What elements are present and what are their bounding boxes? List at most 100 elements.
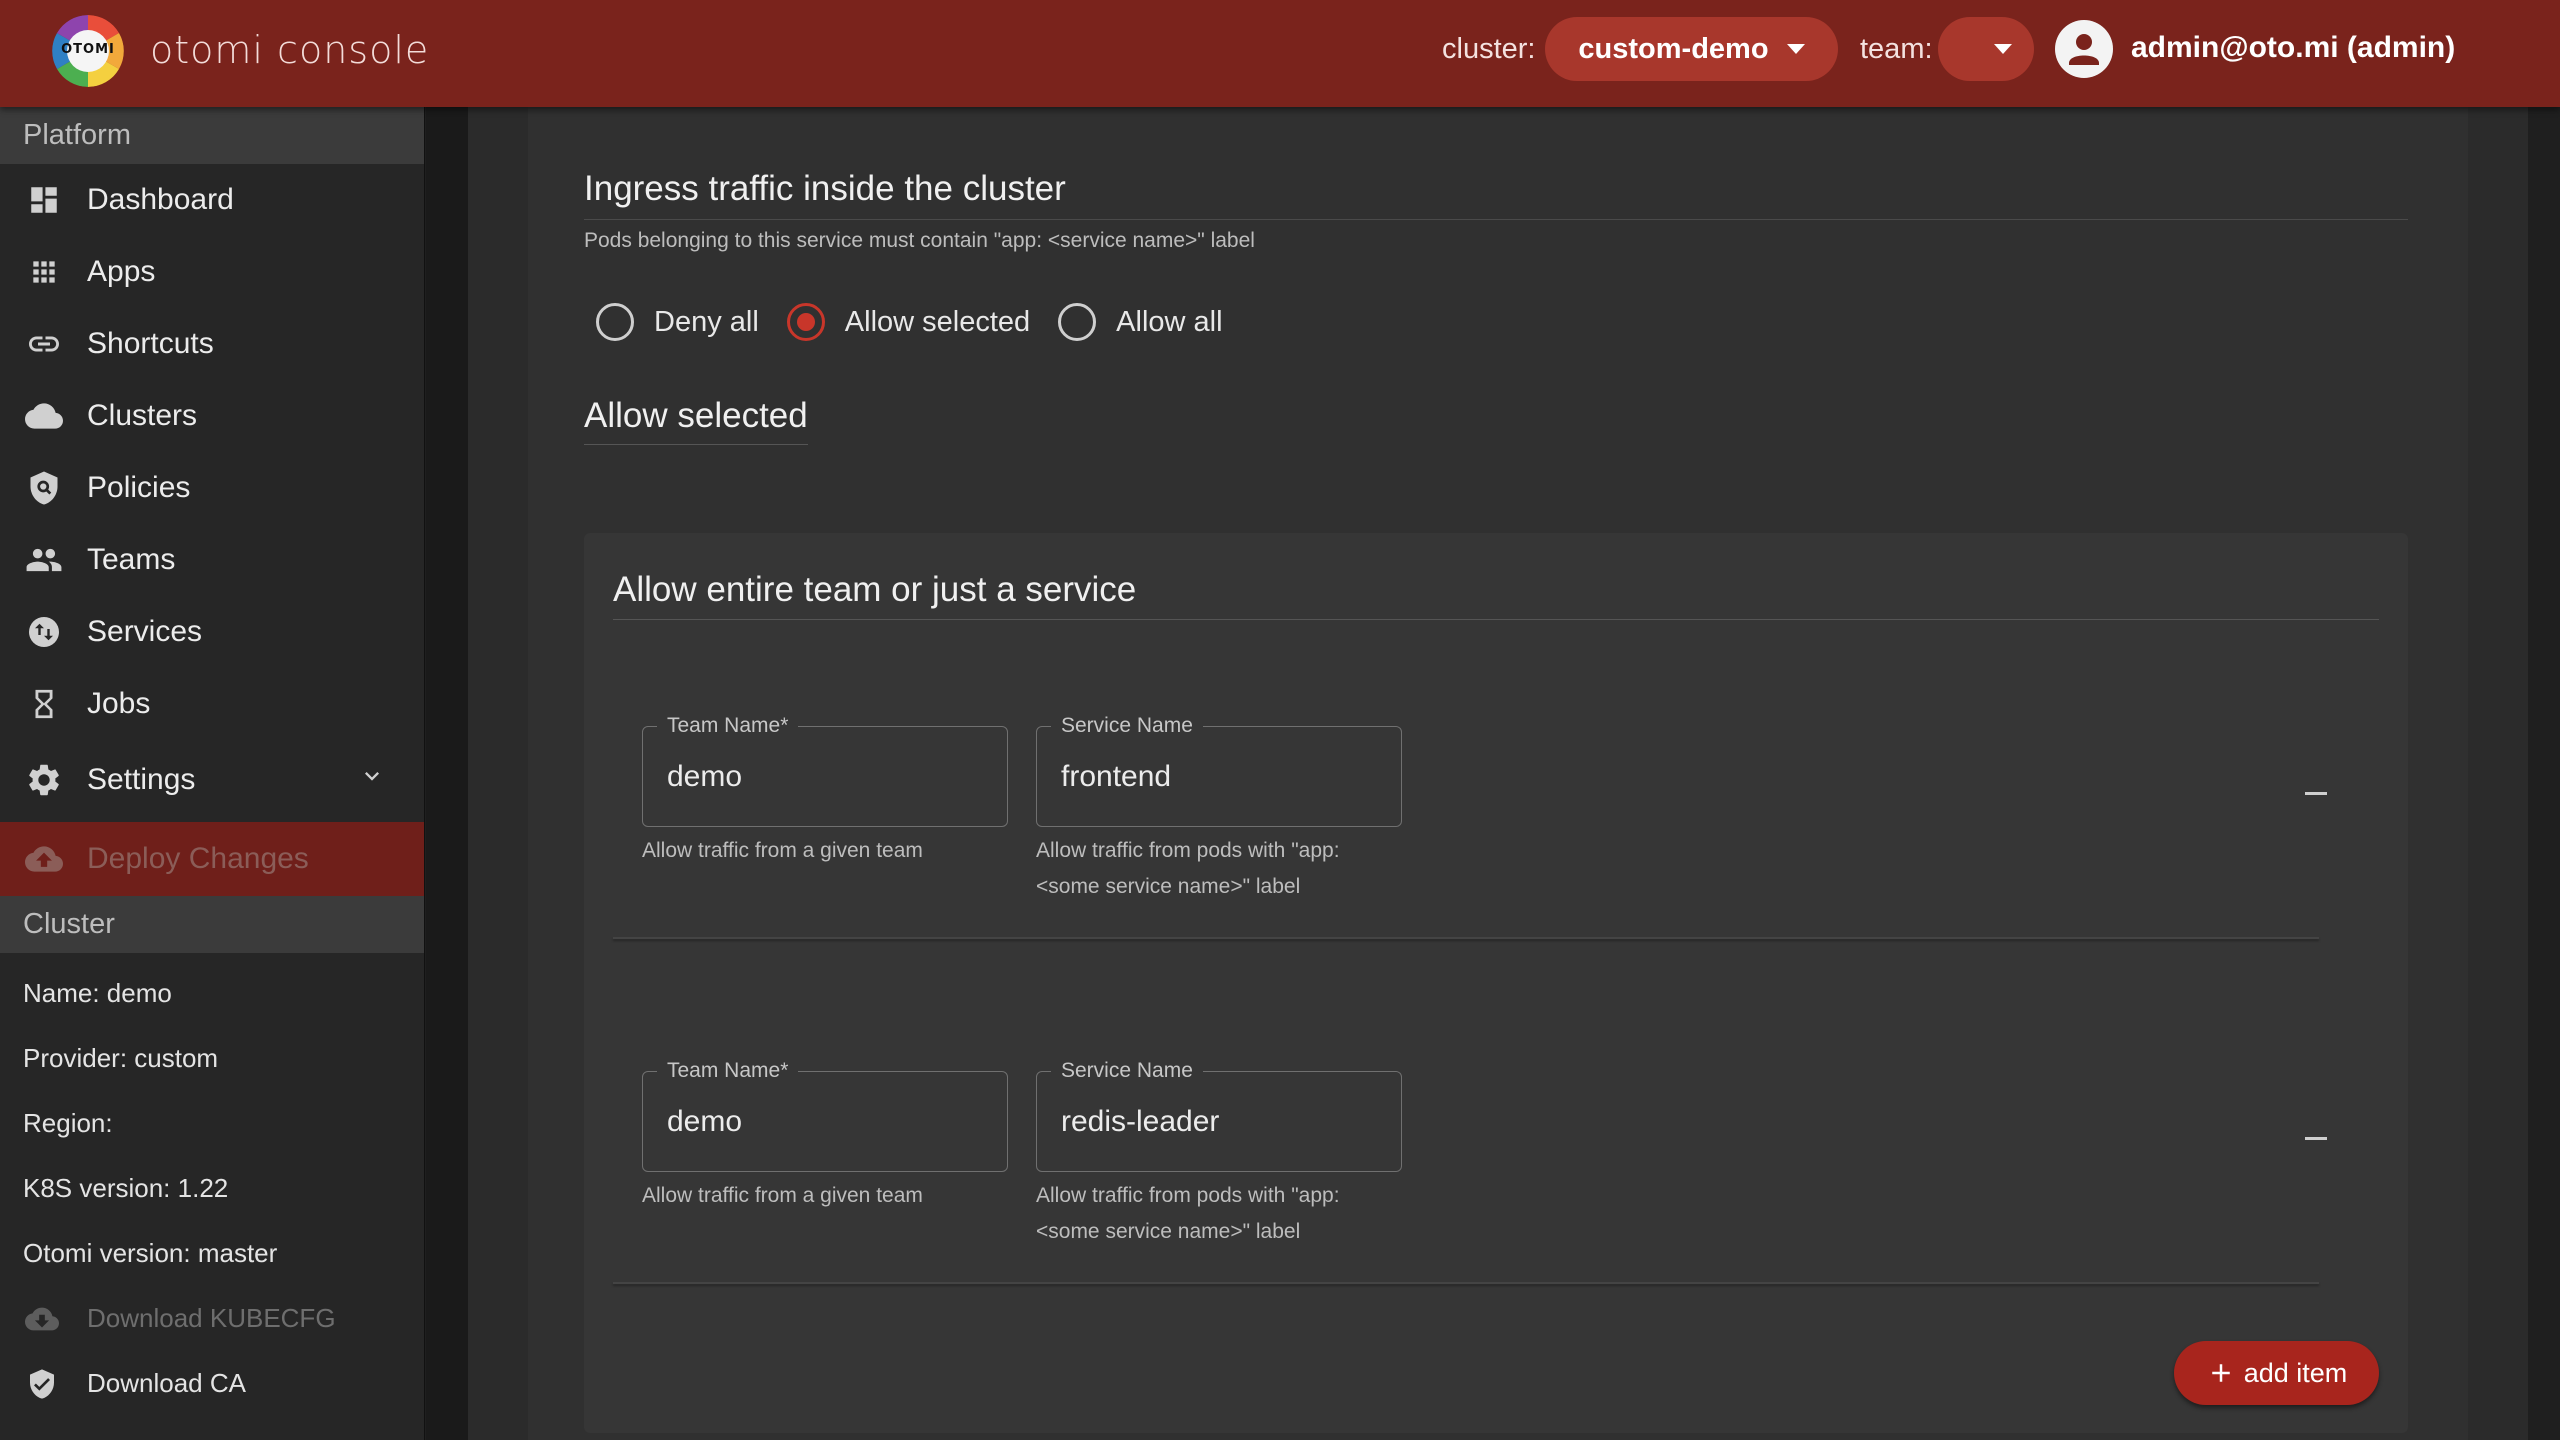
hourglass-icon xyxy=(24,684,64,724)
subsection-title: Allow selected xyxy=(584,396,808,445)
team-select[interactable] xyxy=(1938,17,2034,81)
service-name-value[interactable]: frontend xyxy=(1061,760,1171,794)
remove-item-button[interactable] xyxy=(2305,792,2327,795)
cluster-label: cluster: xyxy=(1442,33,1536,65)
sidebar-item-label: Dashboard xyxy=(87,183,234,216)
radio-label: Allow selected xyxy=(844,305,1031,338)
service-name-field[interactable]: Service Name frontend xyxy=(1036,714,1402,827)
helper-line: <some service name>" label xyxy=(1036,875,1301,898)
required-mark: * xyxy=(780,714,789,737)
user-name[interactable]: admin@oto.mi (admin) xyxy=(2131,31,2455,65)
sidebar-item-shortcuts[interactable]: Shortcuts xyxy=(0,308,424,380)
sidebar-item-label: Apps xyxy=(87,255,156,288)
cluster-k8s-version: K8S version: 1.22 xyxy=(23,1173,229,1203)
sidebar-item-label: Services xyxy=(87,615,203,648)
user-icon xyxy=(2069,34,2099,65)
avatar[interactable] xyxy=(2055,20,2113,78)
row-divider xyxy=(613,1282,2319,1284)
team-name-value[interactable]: demo xyxy=(667,1105,742,1139)
cluster-region: Region: xyxy=(23,1108,113,1138)
sidebar-item-label: Teams xyxy=(87,543,176,576)
helper-line: Allow traffic from pods with "app: xyxy=(1036,1184,1340,1207)
sidebar-item-dashboard[interactable]: Dashboard xyxy=(0,164,424,236)
field-label: Service Name xyxy=(1051,714,1203,738)
download-ca-label: Download CA xyxy=(87,1368,246,1398)
required-mark: * xyxy=(780,1059,789,1082)
service-name-helper: Allow traffic from pods with "app: <some… xyxy=(1036,1178,1340,1250)
cluster-otomi-version: Otomi version: master xyxy=(23,1238,278,1268)
deploy-changes-label: Deploy Changes xyxy=(87,842,309,875)
sidebar-item-teams[interactable]: Teams xyxy=(0,524,424,596)
dashboard-icon xyxy=(24,180,64,220)
people-icon xyxy=(24,540,64,580)
radio-deny-all[interactable]: Deny all xyxy=(596,303,759,341)
apps-grid-icon xyxy=(24,252,64,292)
section-description: Pods belonging to this service must cont… xyxy=(584,229,1255,252)
service-name-value[interactable]: redis-leader xyxy=(1061,1105,1219,1139)
team-name-value[interactable]: demo xyxy=(667,760,742,794)
remove-item-button[interactable] xyxy=(2305,1137,2327,1140)
sidebar-item-policies[interactable]: Policies xyxy=(0,452,424,524)
field-label: Team Name* xyxy=(657,714,799,738)
download-ca-button[interactable]: Download CA xyxy=(0,1351,424,1416)
section-title: Ingress traffic inside the cluster xyxy=(584,169,1066,208)
cloud-icon xyxy=(24,396,64,436)
download-kubecfg-label: Download KUBECFG xyxy=(87,1303,336,1333)
sidebar-item-settings[interactable]: Settings xyxy=(0,740,424,820)
cluster-heading: Cluster xyxy=(0,896,424,953)
field-label: Team Name* xyxy=(657,1059,799,1083)
cloud-download-icon xyxy=(24,1301,60,1337)
logo-text: OTOMI xyxy=(61,42,115,57)
card-title: Allow entire team or just a service xyxy=(613,570,1137,609)
team-name-label: Team Name xyxy=(667,1059,781,1082)
sidebar-item-label: Policies xyxy=(87,471,191,504)
content-gutter xyxy=(426,107,468,1440)
team-name-helper: Allow traffic from a given team xyxy=(642,839,923,862)
sidebar-item-services[interactable]: Services xyxy=(0,596,424,668)
divider xyxy=(584,219,2408,220)
top-app-bar: OTOMI otomi console cluster: custom-demo… xyxy=(0,0,2560,107)
sidebar-item-clusters[interactable]: Clusters xyxy=(0,380,424,452)
sidebar-item-label: Clusters xyxy=(87,399,198,432)
service-name-helper: Allow traffic from pods with "app: <some… xyxy=(1036,833,1340,905)
cluster-select-value: custom-demo xyxy=(1578,32,1769,65)
row-divider xyxy=(613,937,2319,939)
plus-icon xyxy=(2211,1364,2230,1382)
radio-allow-all[interactable]: Allow all xyxy=(1058,303,1223,341)
team-name-label: Team Name xyxy=(667,714,781,737)
sidebar: Platform Dashboard Apps Shortcuts Cluste… xyxy=(0,107,425,1440)
link-icon xyxy=(24,324,64,364)
chevron-down-icon[interactable] xyxy=(358,762,386,798)
sidebar-item-apps[interactable]: Apps xyxy=(0,236,424,308)
dark-mode-toggle[interactable] xyxy=(2468,28,2500,77)
platform-heading: Platform xyxy=(0,107,424,164)
gear-icon xyxy=(24,760,64,800)
chevron-down-icon xyxy=(1994,44,2012,54)
allow-list-card: Allow entire team or just a service Team… xyxy=(584,533,2408,1433)
sidebar-item-label: Settings xyxy=(87,763,196,796)
list-item: Team Name* demo Allow traffic from a giv… xyxy=(613,964,2379,1284)
otomi-logo[interactable]: OTOMI xyxy=(52,15,124,87)
cluster-select[interactable]: custom-demo xyxy=(1545,17,1838,81)
team-name-field[interactable]: Team Name* demo xyxy=(642,1059,1008,1172)
helper-line: Allow traffic from pods with "app: xyxy=(1036,839,1340,862)
service-name-field[interactable]: Service Name redis-leader xyxy=(1036,1059,1402,1172)
team-label: team: xyxy=(1860,33,1933,65)
helper-line: <some service name>" label xyxy=(1036,1220,1301,1243)
deploy-changes-button[interactable]: Deploy Changes xyxy=(0,822,424,896)
download-kubecfg-button[interactable]: Download KUBECFG xyxy=(0,1286,424,1351)
radio-button-selected[interactable] xyxy=(786,303,825,341)
team-name-helper: Allow traffic from a given team xyxy=(642,1184,923,1207)
radio-button[interactable] xyxy=(596,303,634,341)
radio-allow-selected[interactable]: Allow selected xyxy=(786,303,1031,341)
team-name-field[interactable]: Team Name* demo xyxy=(642,714,1008,827)
sidebar-item-jobs[interactable]: Jobs xyxy=(0,668,424,740)
moon-icon xyxy=(2476,32,2494,68)
radio-label: Deny all xyxy=(654,305,759,338)
add-item-button[interactable]: add item xyxy=(2174,1341,2379,1405)
radio-button[interactable] xyxy=(1058,303,1097,341)
cloud-upload-icon xyxy=(24,839,64,879)
verified-shield-icon xyxy=(24,1366,60,1402)
add-item-label: add item xyxy=(2243,1357,2348,1388)
radio-label: Allow all xyxy=(1116,305,1223,338)
